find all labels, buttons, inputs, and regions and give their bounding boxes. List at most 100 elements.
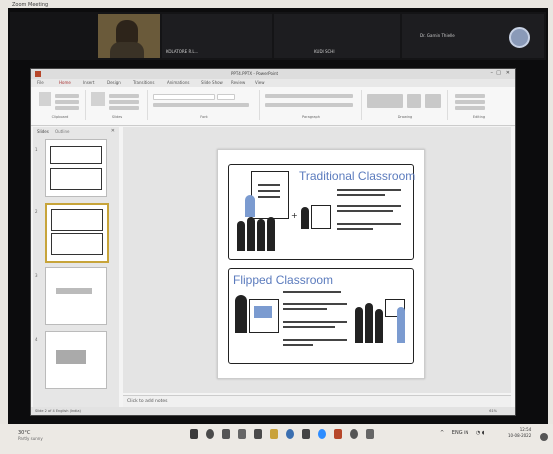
tab-insert[interactable]: Insert — [83, 80, 94, 85]
tab-transitions[interactable]: Transitions — [133, 80, 154, 85]
slide-thumbnails-panel: Slides Outline ✕ 1 2 3 4 — [33, 127, 119, 407]
text-line — [337, 194, 385, 196]
flipped-classroom-box[interactable]: Flipped Classroom — [228, 268, 414, 364]
ribbon: Clipboard Slides Font Paragraph Drawing — [31, 87, 515, 126]
tab-review[interactable]: Review — [231, 80, 245, 85]
shapes-gallery[interactable] — [367, 94, 403, 108]
group-label: Slides — [111, 115, 123, 119]
find-button[interactable] — [455, 94, 485, 98]
board-line — [258, 190, 280, 192]
tab-view[interactable]: View — [255, 80, 265, 85]
clock[interactable]: 12:54 10-08-2022 — [508, 427, 531, 439]
zoom-participant-strip: KOLATORE R.L... KUDI SCHI Dr. Garnin Thi… — [10, 12, 546, 60]
ribbon-group-editing: Editing — [449, 90, 509, 120]
font-name-select[interactable] — [153, 94, 215, 100]
powerpoint-app-icon[interactable] — [334, 429, 342, 439]
ribbon-tabs: File Home Insert Design Transitions Anim… — [31, 79, 515, 87]
tab-home[interactable]: Home — [59, 80, 71, 85]
font-format-buttons[interactable] — [153, 103, 249, 107]
slide-thumbnail[interactable] — [45, 331, 107, 389]
slide-thumbnail-selected[interactable] — [45, 203, 109, 263]
text-line — [337, 228, 373, 230]
participant-video-tile[interactable] — [98, 14, 160, 58]
ribbon-group-slides: Slides — [87, 90, 148, 120]
participant-tile[interactable]: KOLATORE R.L... — [162, 14, 272, 58]
widgets-icon[interactable] — [238, 429, 246, 439]
text-line — [283, 308, 327, 310]
edge-icon[interactable] — [286, 429, 294, 439]
participant-tile[interactable]: Dr. Garnin Thielle — [402, 14, 544, 58]
tab-animations[interactable]: Animations — [167, 80, 189, 85]
store-icon[interactable] — [302, 429, 310, 439]
title-bar: PPT4.PPTX - PowerPoint – □ ✕ — [31, 69, 515, 79]
tab-slide-show[interactable]: Slide Show — [201, 80, 223, 85]
chrome-icon[interactable] — [350, 429, 358, 439]
font-size-select[interactable] — [217, 94, 235, 100]
group-label: Font — [200, 115, 208, 119]
weather-widget[interactable]: 30°C Partly sunny — [18, 430, 43, 442]
quick-styles-button[interactable] — [425, 94, 441, 108]
arrange-button[interactable] — [407, 94, 421, 108]
text-line — [283, 291, 341, 293]
layout-button[interactable] — [109, 94, 139, 98]
group-label: Editing — [472, 115, 486, 119]
status-bar: Slide 2 of 4 English (India) 61% — [31, 407, 515, 415]
panel-tab-slides[interactable]: Slides — [37, 129, 49, 134]
search-icon[interactable] — [206, 429, 214, 439]
start-icon[interactable] — [190, 429, 198, 439]
replace-button[interactable] — [455, 100, 485, 104]
participant-name: Dr. Garnin Thielle — [420, 33, 455, 38]
text-line — [283, 321, 347, 323]
alignment-buttons[interactable] — [265, 103, 353, 107]
zoom-level[interactable]: 61% — [489, 409, 497, 413]
app-icon[interactable] — [366, 429, 374, 439]
section-button[interactable] — [109, 106, 139, 110]
new-slide-icon[interactable] — [91, 92, 105, 106]
format-painter-button[interactable] — [55, 106, 79, 110]
paste-icon[interactable] — [39, 92, 51, 106]
tab-file[interactable]: File — [37, 80, 44, 85]
notification-icon[interactable] — [540, 433, 548, 441]
select-button[interactable] — [455, 106, 485, 110]
board-icon — [251, 171, 289, 219]
list-buttons[interactable] — [265, 94, 353, 98]
task-view-icon[interactable] — [222, 429, 230, 439]
minimize-icon[interactable]: – — [491, 70, 494, 76]
slide-title-traditional: Traditional Classroom — [299, 169, 416, 183]
maximize-icon[interactable]: □ — [496, 70, 501, 76]
volume-icon[interactable]: ◖ — [482, 430, 485, 436]
chat-icon[interactable] — [254, 429, 262, 439]
text-line — [337, 189, 401, 191]
group-label: Drawing — [397, 115, 413, 119]
laptop-screen — [254, 306, 272, 318]
close-icon[interactable]: ✕ — [506, 70, 510, 76]
current-slide[interactable]: + Traditional Classroom Flipped Classroo… — [217, 149, 425, 379]
reset-button[interactable] — [109, 100, 139, 104]
teacher-shape — [397, 307, 405, 343]
students-icon — [237, 217, 285, 251]
learner-icon — [301, 207, 309, 229]
tab-design[interactable]: Design — [107, 80, 121, 85]
status-left: Slide 2 of 4 English (India) — [35, 409, 81, 413]
slide-thumbnail[interactable] — [45, 267, 107, 325]
cut-button[interactable] — [55, 94, 79, 98]
panel-tab-outline[interactable]: Outline — [55, 129, 69, 134]
traditional-classroom-box[interactable]: + Traditional Classroom — [228, 164, 416, 260]
teacher-icon — [245, 195, 255, 217]
slide-editing-area: + Traditional Classroom Flipped Classroo… — [123, 127, 511, 393]
zoom-app-icon[interactable] — [318, 429, 326, 439]
thumb-shape — [51, 209, 103, 231]
group-label: Paragraph — [302, 115, 320, 119]
close-panel-icon[interactable]: ✕ — [111, 128, 115, 134]
text-line — [283, 339, 347, 341]
text-line — [283, 326, 335, 328]
participant-tile[interactable]: KUDI SCHI — [274, 14, 400, 58]
file-explorer-icon[interactable] — [270, 429, 278, 439]
text-line — [337, 210, 393, 212]
language-indicator[interactable]: ENG — [452, 430, 463, 436]
slide-thumbnail[interactable] — [45, 139, 107, 197]
copy-button[interactable] — [55, 100, 79, 104]
powerpoint-window: PPT4.PPTX - PowerPoint – □ ✕ File Home I… — [30, 68, 516, 416]
wifi-icon[interactable]: ◔ — [476, 430, 480, 436]
tray-chevron-icon[interactable]: ^ — [440, 430, 444, 436]
